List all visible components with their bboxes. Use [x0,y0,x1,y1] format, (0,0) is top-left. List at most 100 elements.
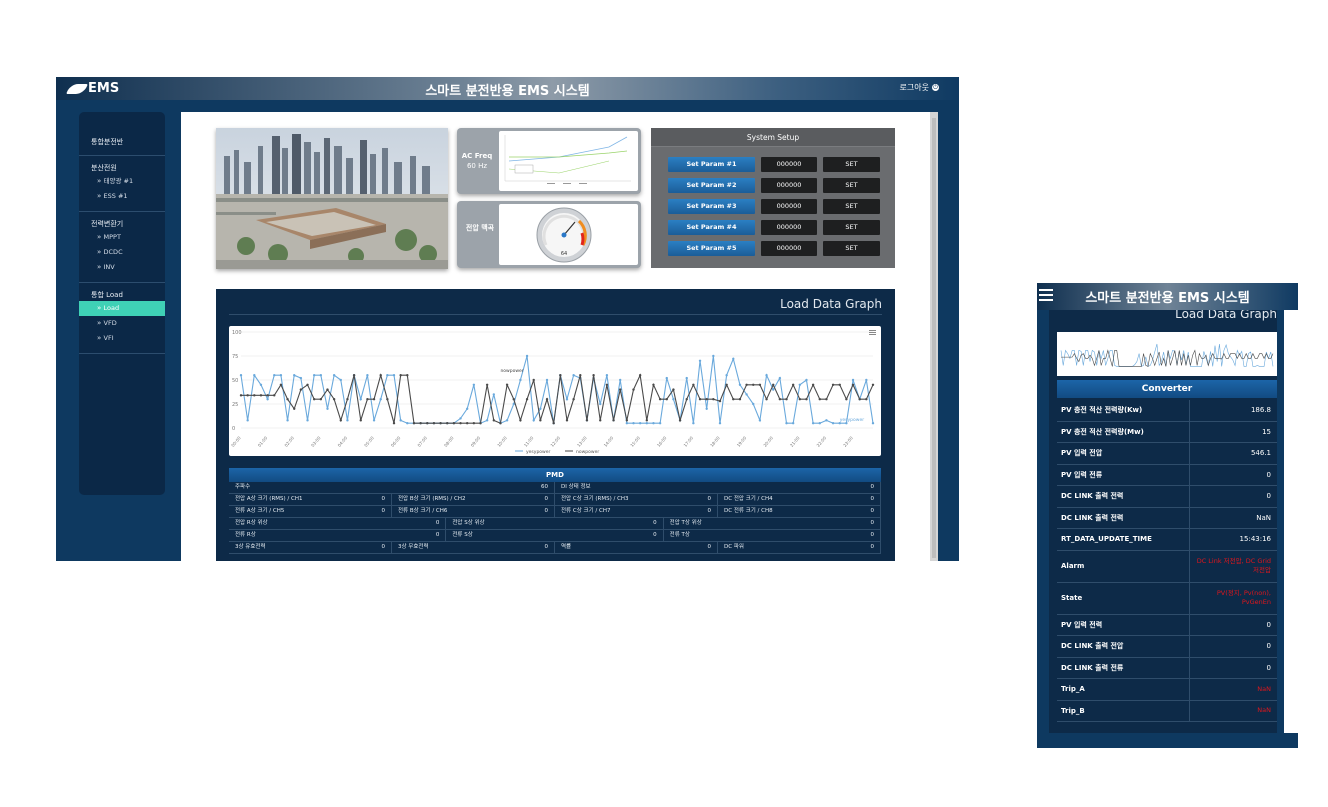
pmd-cell-value: 0 [544,508,549,514]
data-point-nowpower [818,398,821,401]
data-point-yesypower [625,422,629,425]
data-point-nowpower [559,374,562,377]
converter-value: 186.8 [1250,406,1271,415]
system-setup-title: System Setup [651,128,895,147]
set-button[interactable]: SET [823,241,880,256]
chart-menu-icon[interactable] [869,330,876,335]
x-tick-label: 22:00 [816,435,828,448]
set-button[interactable]: SET [823,220,880,235]
data-point-nowpower [426,422,429,425]
mobile-load-chart-svg [1060,343,1274,367]
sidebar-item[interactable]: VFD [79,316,165,331]
sidebar-item[interactable]: INV [79,260,165,275]
data-point-nowpower [725,383,728,386]
converter-row: Alarm DC Link 저전압, DC Grid 저전압 [1057,550,1277,583]
param-row: Set Param #4 000000 SET [668,220,880,235]
set-param-button[interactable]: Set Param #1 [668,157,755,172]
series-line-yesypower [240,355,874,424]
param-value-input[interactable]: 000000 [761,157,817,172]
data-point-yesypower [712,354,715,358]
data-point-nowpower [718,399,722,403]
data-point-nowpower [752,383,755,386]
converter-label: PV 충전 적산 전력량(Mw) [1057,421,1190,442]
data-point-nowpower [825,398,828,401]
data-point-nowpower [745,383,748,386]
data-point-yesypower [565,398,569,401]
x-tick-label: 02:00 [283,435,295,448]
set-button[interactable]: SET [823,157,880,172]
param-value-input[interactable]: 000000 [761,241,817,256]
param-row: Set Param #1 000000 SET [668,157,880,172]
data-point-yesypower [725,374,728,377]
data-point-yesypower [379,398,382,401]
y-tick-label: 0 [232,426,235,432]
pmd-cell-label: 전류 T상 [669,532,690,538]
set-param-button[interactable]: Set Param #3 [668,199,755,214]
logout-link[interactable]: 로그아웃 ⏻ [900,82,939,93]
set-button[interactable]: SET [823,178,880,193]
set-param-button[interactable]: Set Param #4 [668,220,755,235]
converter-label: PV 입력 전압 [1057,443,1190,464]
data-point-nowpower [505,383,509,386]
set-param-button[interactable]: Set Param #5 [668,241,755,256]
converter-title: Converter [1057,380,1277,398]
data-point-nowpower [658,398,662,401]
param-value-input[interactable]: 000000 [761,199,817,214]
converter-value: PV(정지, Pv(non), PvGenEn [1216,589,1271,606]
pmd-cell: 3상 유효전력 0 [229,542,392,553]
data-point-yesypower [805,378,808,382]
data-point-yesypower [253,374,256,377]
data-point-nowpower [439,422,442,425]
pmd-row: 주파수 60 DI 상태 정보 0 [229,482,881,494]
sidebar-item[interactable]: MPPT [79,230,165,245]
x-tick-label: 14:00 [603,435,615,448]
pmd-cell-value: 0 [707,496,712,502]
sidebar-group-heading[interactable]: 전력변환기 [79,218,165,230]
converter-label: Alarm [1057,550,1190,582]
set-param-button[interactable]: Set Param #2 [668,178,755,193]
building-photo [216,128,448,269]
y-tick-label: 25 [232,402,238,408]
data-point-yesypower [692,422,695,425]
pmd-cell-value: 0 [381,508,386,514]
pmd-cell: 역률 0 [555,542,718,553]
data-point-yesypower [685,376,688,380]
sidebar-group-heading[interactable]: 통합 Load [79,289,165,301]
sidebar-group-heading[interactable]: 통합분전반 [79,136,165,148]
load-graph-panel: Load Data Graph 0 25 50 75 100 00:00 01:00 02:0… [216,289,895,561]
param-value-input[interactable]: 000000 [761,178,817,193]
ac-freq-card: AC Freq 60 Hz [457,128,641,194]
data-point-nowpower [765,398,768,401]
converter-row: Trip_A NaN [1057,679,1277,701]
set-button[interactable]: SET [823,199,880,214]
param-value-input[interactable]: 000000 [761,220,817,235]
sidebar-group-heading[interactable]: 분산전원 [79,162,165,174]
data-point-yesypower [525,354,529,358]
data-point-yesypower [312,374,316,377]
sidebar-item[interactable]: VFI [79,331,165,346]
ac-freq-value: 60 Hz [466,162,488,170]
pmd-cell-value: 0 [435,532,440,538]
converter-row: PV 충전 적산 전력량(Mw) 15 [1057,421,1277,443]
ac-freq-label: AC Freq [461,152,493,160]
data-point-nowpower [592,374,595,377]
data-point-yesypower [818,422,821,425]
sidebar-item[interactable]: ESS #1 [79,189,165,204]
sidebar: 통합분전반분산전원태양광 #1ESS #1 전력변환기MPPTDCDCINV 통합 … [79,112,165,495]
pmd-cell: 전류 A상 크기 / CH5 0 [229,506,392,517]
data-point-nowpower [459,422,462,425]
data-point-yesypower [599,402,602,406]
scrollbar[interactable] [930,112,938,561]
x-tick-label: 07:00 [416,435,428,448]
data-point-yesypower [279,374,283,377]
sidebar-item[interactable]: Load [79,301,165,316]
data-point-yesypower [492,393,495,396]
sidebar-item[interactable]: DCDC [79,245,165,260]
sidebar-item[interactable]: 태양광 #1 [79,174,165,189]
data-point-nowpower [585,419,589,422]
data-point-yesypower [765,374,768,377]
data-point-nowpower [638,374,642,377]
converter-row: PV 입력 전압 546.1 [1057,443,1277,465]
scrollbar-thumb[interactable] [932,118,936,558]
converter-value: 0 [1266,470,1271,479]
